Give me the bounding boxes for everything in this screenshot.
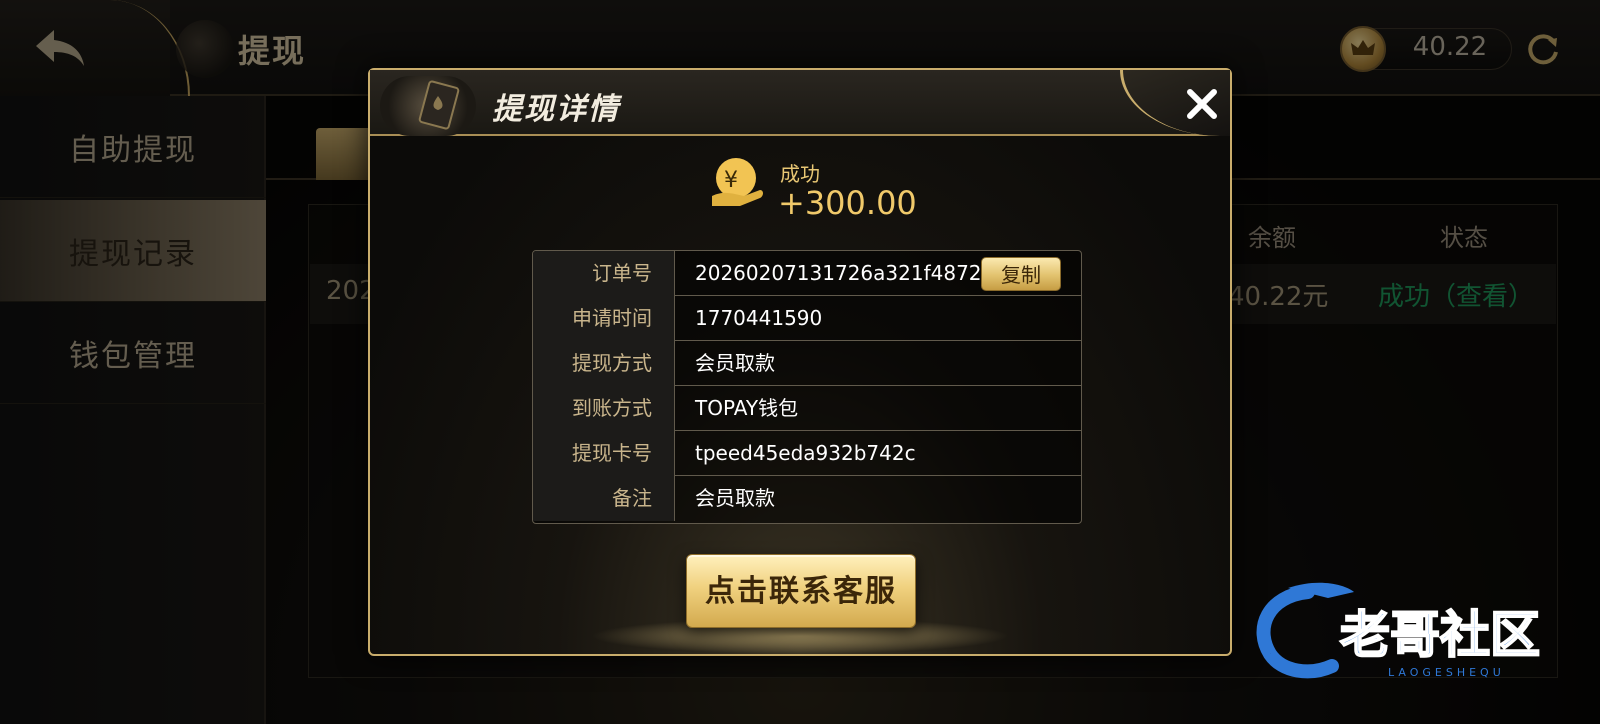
arrival-method: TOPAY钱包 [695,396,799,420]
card-emblem-icon [380,76,476,136]
row-label: 申请时间 [533,296,675,341]
money-hand-icon: ¥ [710,154,766,210]
order-number: 20260207131726a321f4872e... [695,261,1013,285]
dialog-title: 提现详情 [492,92,620,127]
row-label: 提现方式 [533,341,675,386]
watermark-subtext: LAOGESHEQU [1388,666,1505,679]
watermark-logo: 老哥社区 LAOGESHEQU [1248,578,1578,684]
watermark-text: 老哥社区 [1340,606,1540,664]
detail-row-arrival-method: 到账方式 TOPAY钱包 [533,386,1081,431]
svg-text:¥: ¥ [724,168,738,193]
detail-table: 订单号 20260207131726a321f4872e... 复制 申请时间 … [532,250,1082,524]
row-label: 订单号 [533,251,675,296]
copy-button[interactable]: 复制 [981,257,1061,291]
row-label: 提现卡号 [533,431,675,476]
detail-row-card-number: 提现卡号 tpeed45eda932b742c [533,431,1081,476]
close-icon[interactable] [1182,84,1222,124]
detail-row-withdraw-method: 提现方式 会员取款 [533,341,1081,386]
contact-support-button[interactable]: 点击联系客服 [686,554,916,628]
card-number: tpeed45eda932b742c [695,441,916,465]
detail-row-remark: 备注 会员取款 [533,476,1081,521]
remark: 会员取款 [695,486,775,510]
withdraw-detail-dialog: 提现详情 ¥ 成功 +300.00 订单号 20260207131726a321… [368,68,1232,656]
detail-row-order-no: 订单号 20260207131726a321f4872e... 复制 [533,251,1081,296]
row-label: 到账方式 [533,386,675,431]
withdraw-amount: +300.00 [778,184,917,222]
withdraw-method: 会员取款 [695,351,775,375]
withdraw-status: 成功 [780,162,820,186]
row-label: 备注 [533,476,675,521]
apply-time: 1770441590 [695,306,823,330]
detail-row-apply-time: 申请时间 1770441590 [533,296,1081,341]
withdraw-screen: { "header": { "title": "提现", "balance": … [0,0,1600,724]
